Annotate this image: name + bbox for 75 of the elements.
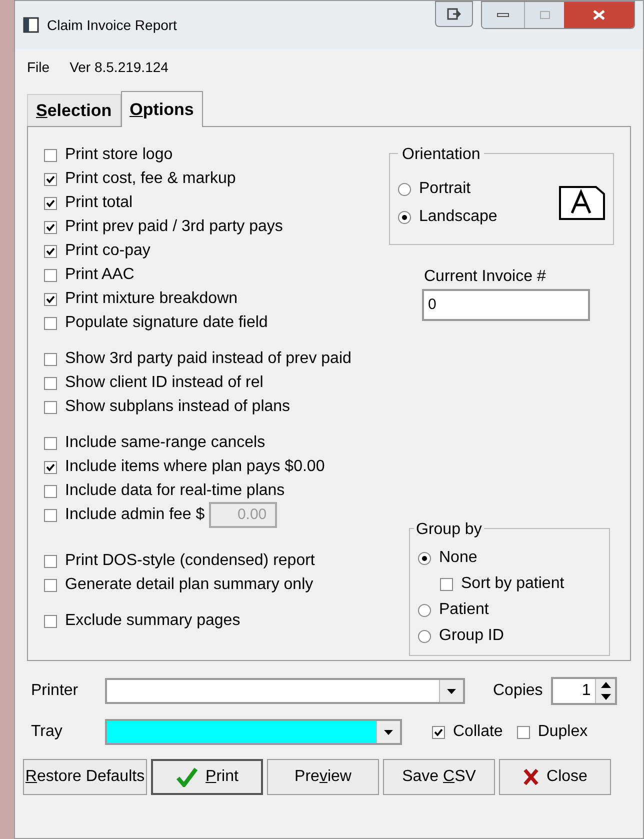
field-label: Current Invoice # [424, 267, 547, 287]
checkbox[interactable] [44, 148, 57, 162]
option-label: Show subplans instead of plans [65, 397, 290, 417]
checkbox[interactable] [44, 484, 57, 498]
option-label: Print cost, fee & markup [65, 169, 236, 189]
checkbox[interactable] [44, 244, 57, 258]
option-label: Print prev paid / 3rd party pays [65, 217, 283, 237]
minimize-button[interactable] [482, 2, 524, 28]
option-label: Print total [65, 193, 133, 213]
checkbox[interactable] [44, 436, 57, 450]
field-label: Copies [493, 681, 543, 701]
window-title: Claim Invoice Report [47, 16, 177, 35]
restore-icon[interactable] [435, 1, 473, 27]
menu-item[interactable]: Ver 8.5.219.124 [70, 57, 168, 78]
checkbox[interactable] [440, 578, 453, 590]
checkbox[interactable] [44, 352, 57, 366]
option-label: Duplex [538, 722, 588, 742]
option-label: Print co-pay [65, 241, 150, 261]
close-button[interactable] [564, 2, 634, 28]
option-label: Include items where plan pays $0.00 [65, 457, 325, 477]
checkbox[interactable] [44, 554, 57, 568]
option-label: Print DOS-style (condensed) report [65, 551, 315, 571]
checkbox[interactable] [44, 400, 57, 414]
radio-button[interactable] [418, 552, 431, 564]
checkbox[interactable] [44, 316, 57, 330]
option-label: Patient [439, 600, 489, 620]
action-button[interactable]: Print [151, 759, 263, 795]
checkbox[interactable] [44, 578, 57, 592]
checkbox[interactable] [44, 460, 57, 474]
invoice-number-field[interactable]: 0 [422, 289, 590, 321]
close-icon [593, 10, 605, 20]
tab[interactable]: Options [120, 91, 203, 127]
action-button[interactable]: Close [499, 759, 611, 795]
radio-button[interactable] [398, 182, 411, 196]
option-label: Print AAC [65, 265, 134, 285]
checkbox[interactable] [44, 196, 57, 210]
field-label: Tray [31, 722, 64, 742]
action-button[interactable]: Restore Defaults [23, 759, 147, 795]
checkbox[interactable] [44, 220, 57, 234]
radio-button[interactable] [398, 210, 411, 224]
x-icon [522, 768, 539, 786]
window-icon [23, 17, 39, 33]
radio-button[interactable] [418, 604, 431, 616]
option-label: Show client ID instead of rel [65, 373, 264, 393]
option-label: Generate detail plan summary only [65, 575, 314, 595]
option-label: Exclude summary pages [65, 611, 240, 631]
option-label: Show 3rd party paid instead of prev paid [65, 349, 352, 369]
option-label: Include admin fee $ [65, 505, 205, 525]
option-label: Include data for real-time plans [65, 481, 285, 501]
copies-spinner[interactable]: 1 [550, 677, 617, 705]
radio-label: Portrait [419, 179, 471, 199]
tab[interactable]: Selection [27, 94, 121, 126]
radio-button[interactable] [418, 630, 431, 642]
checkbox[interactable] [44, 268, 57, 282]
page-letter-icon [559, 186, 605, 220]
radio-label: Landscape [419, 207, 498, 227]
checkbox[interactable] [44, 614, 57, 628]
checkbox[interactable] [44, 292, 57, 306]
action-button[interactable]: Save CSV [383, 759, 495, 795]
field-label: Printer [31, 681, 80, 701]
checkbox[interactable] [516, 726, 530, 738]
option-label: None [439, 548, 478, 568]
checkbox[interactable] [432, 726, 445, 738]
checkbox[interactable] [44, 172, 57, 186]
option-label: Populate signature date field [65, 313, 268, 333]
option-label: Include same-range cancels [65, 433, 266, 453]
action-button[interactable]: Preview [267, 759, 379, 795]
option-label: Sort by patient [461, 574, 564, 594]
checkbox[interactable] [44, 376, 57, 390]
checkmark-icon [176, 767, 198, 787]
option-label: Print mixture breakdown [65, 289, 238, 309]
option-label: Print store logo [65, 145, 173, 165]
option-label: Group ID [439, 626, 504, 646]
menu-item[interactable]: File [27, 57, 50, 78]
option-label: Collate [453, 722, 503, 742]
